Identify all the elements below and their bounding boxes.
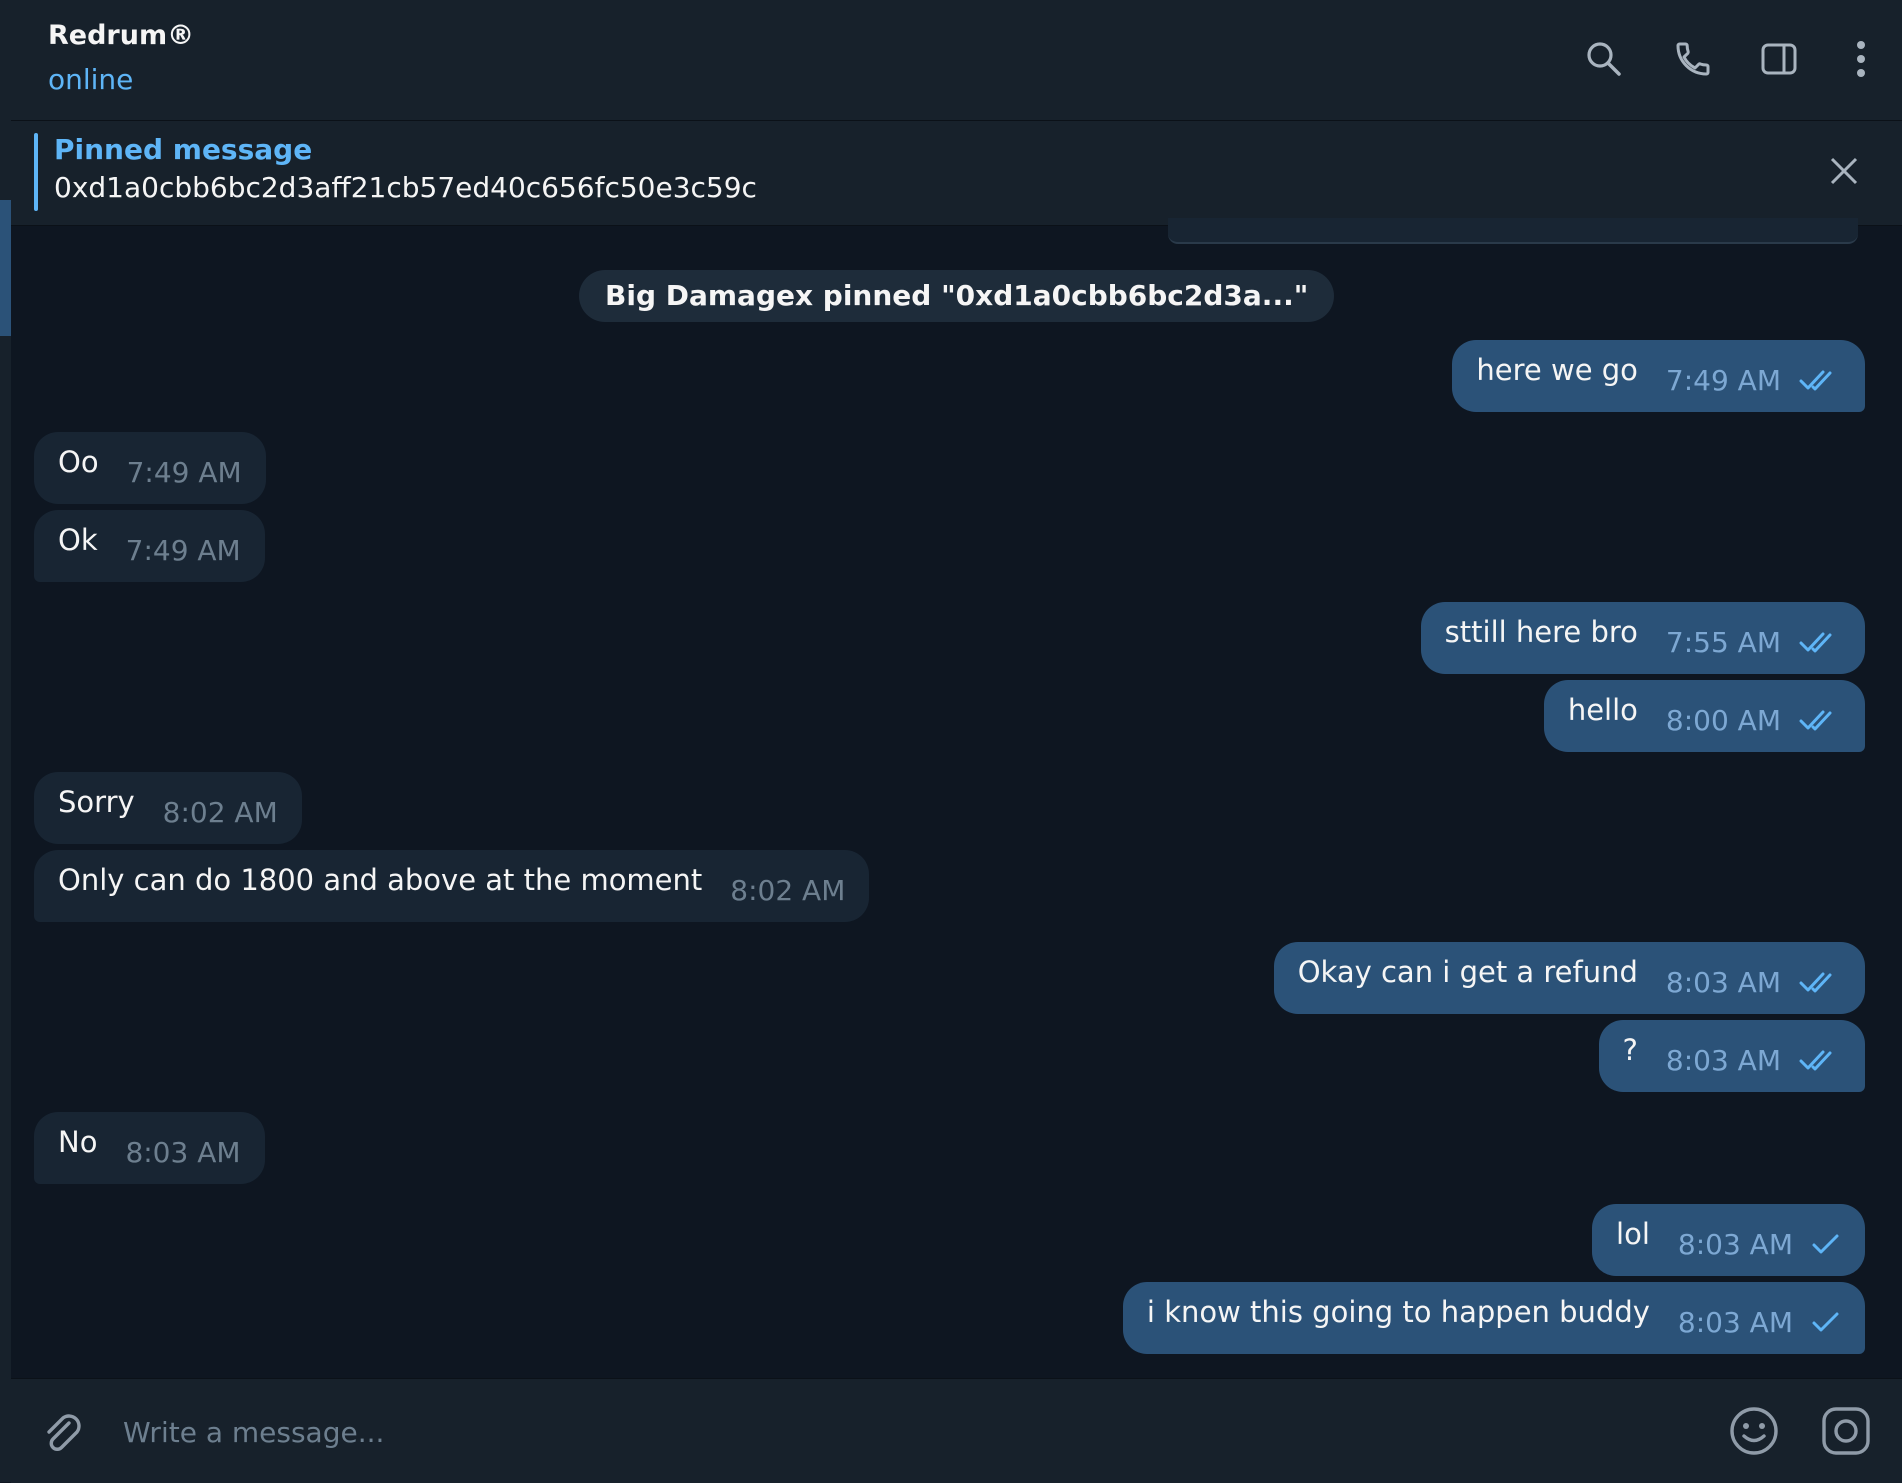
emoji-icon[interactable]: [1727, 1404, 1781, 1458]
partial-message-card: [1168, 218, 1858, 244]
outgoing-message[interactable]: here we go 7:49 AM: [1452, 340, 1865, 412]
close-icon[interactable]: [1824, 151, 1864, 191]
message-time: 7:49 AM: [126, 455, 242, 489]
message-text: hello: [1567, 693, 1638, 727]
search-icon[interactable]: [1579, 34, 1629, 84]
chat-title[interactable]: Redrum®: [48, 20, 194, 51]
message-time: 8:03 AM: [1665, 965, 1781, 999]
incoming-message[interactable]: No 8:03 AM: [34, 1112, 265, 1184]
message-time: 7:49 AM: [1665, 363, 1781, 397]
chat-header: Redrum® online: [11, 0, 1902, 121]
message-text: ?: [1622, 1033, 1638, 1067]
pinned-text: 0xd1a0cbb6bc2d3aff21cb57ed40c656fc50e3c5…: [54, 171, 757, 204]
message-time: 8:02 AM: [730, 873, 846, 907]
message-time: 8:03 AM: [1665, 1043, 1781, 1077]
check-icon: [1811, 1232, 1841, 1256]
double-check-icon: [1799, 970, 1841, 994]
message-time: 7:49 AM: [125, 533, 241, 567]
outgoing-message[interactable]: ? 8:03 AM: [1598, 1020, 1865, 1092]
incoming-message[interactable]: Sorry 8:02 AM: [34, 772, 302, 844]
outgoing-message[interactable]: sttill here bro 7:55 AM: [1420, 602, 1865, 674]
message-text: Only can do 1800 and above at the moment: [58, 863, 703, 897]
pinned-message-bar[interactable]: Pinned message 0xd1a0cbb6bc2d3aff21cb57e…: [11, 121, 1902, 226]
left-edge-strip: [0, 0, 11, 1482]
incoming-message[interactable]: Ok 7:49 AM: [34, 510, 265, 582]
chat-status: online: [48, 63, 134, 96]
message-text: here we go: [1476, 353, 1638, 387]
message-text: sttill here bro: [1444, 615, 1638, 649]
service-message: Big Damagex pinned "0xd1a0cbb6bc2d3a...": [579, 270, 1335, 322]
more-icon[interactable]: [1836, 34, 1886, 84]
outgoing-message[interactable]: lol 8:03 AM: [1592, 1204, 1865, 1276]
outgoing-message[interactable]: hello 8:00 AM: [1543, 680, 1865, 752]
pinned-accent-bar: [34, 133, 38, 211]
message-text: Okay can i get a refund: [1297, 955, 1638, 989]
composer: [11, 1378, 1902, 1483]
message-text: Sorry: [58, 785, 135, 819]
message-time: 7:55 AM: [1665, 625, 1781, 659]
double-check-icon: [1799, 630, 1841, 654]
incoming-message[interactable]: Oo 7:49 AM: [34, 432, 266, 504]
outgoing-message[interactable]: Okay can i get a refund 8:03 AM: [1273, 942, 1865, 1014]
attach-icon[interactable]: [39, 1409, 87, 1457]
message-text: Oo: [58, 445, 99, 479]
message-time: 8:02 AM: [162, 795, 278, 829]
message-time: 8:03 AM: [125, 1135, 241, 1169]
double-check-icon: [1799, 708, 1841, 732]
check-icon: [1811, 1310, 1841, 1334]
message-time: 8:03 AM: [1677, 1305, 1793, 1339]
scroll-indicator: [0, 200, 11, 336]
message-time: 8:00 AM: [1665, 703, 1781, 737]
double-check-icon: [1799, 368, 1841, 392]
message-text: Ok: [58, 523, 98, 557]
message-text: lol: [1616, 1217, 1650, 1251]
incoming-message[interactable]: Only can do 1800 and above at the moment…: [34, 850, 870, 922]
message-time: 8:03 AM: [1677, 1227, 1793, 1261]
message-text: No: [58, 1125, 98, 1159]
phone-icon[interactable]: [1668, 34, 1718, 84]
sidebar-toggle-icon[interactable]: [1754, 34, 1804, 84]
outgoing-message[interactable]: i know this going to happen buddy 8:03 AM: [1122, 1282, 1865, 1354]
pinned-title: Pinned message: [54, 133, 313, 166]
message-text: i know this going to happen buddy: [1146, 1295, 1650, 1329]
message-input[interactable]: [121, 1403, 1685, 1461]
double-check-icon: [1799, 1048, 1841, 1072]
camera-icon[interactable]: [1819, 1404, 1873, 1458]
